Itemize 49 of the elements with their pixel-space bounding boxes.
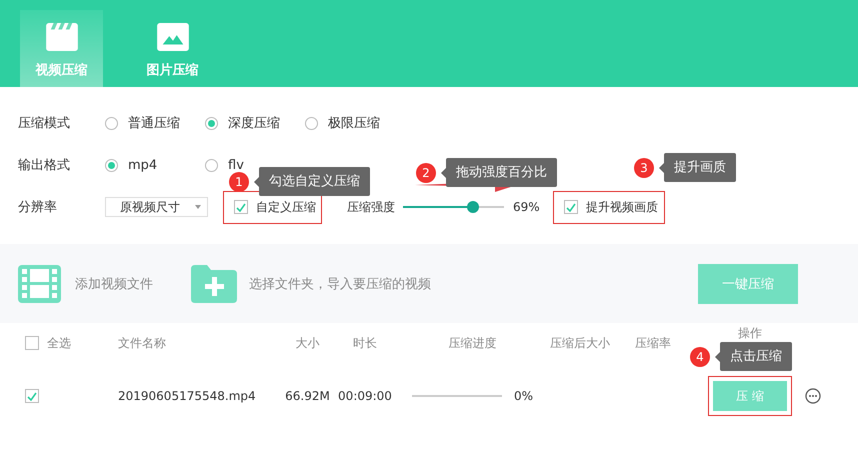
column-header: 文件名称 <box>118 334 166 352</box>
callout: 点击压缩 <box>715 342 792 371</box>
callout: 拖动强度百分比 <box>441 158 557 187</box>
resolution-dropdown[interactable]: 原视频尺寸 <box>105 197 208 217</box>
radio-button[interactable] <box>205 116 218 130</box>
radio-button[interactable] <box>205 158 218 172</box>
checkbox-label[interactable]: 自定义压缩 <box>256 198 316 216</box>
step-badge: 2 <box>416 162 436 182</box>
strength-reading: 69% <box>513 200 541 214</box>
column-header: 操作 <box>738 325 762 342</box>
setting-label: 压缩强度 <box>347 198 395 216</box>
callout: 勾选自定义压缩 <box>254 167 370 196</box>
table-cell: 66.92M <box>285 389 330 403</box>
setting-label: 分辨率 <box>18 199 58 216</box>
strength-slider[interactable] <box>403 201 504 213</box>
step-badge: 1 <box>229 172 249 192</box>
table-cell: 00:09:00 <box>338 389 392 403</box>
clapperboard-icon <box>44 23 78 51</box>
callout: 提升画质 <box>659 153 736 182</box>
radio-label[interactable]: 极限压缩 <box>328 114 380 132</box>
caret-icon <box>195 205 201 209</box>
checkbox[interactable] <box>234 200 248 214</box>
table-cell: 20190605175548.mp4 <box>118 389 256 403</box>
column-header: 大小 <box>296 334 320 352</box>
film-icon[interactable] <box>18 264 61 302</box>
radio-label[interactable]: 深度压缩 <box>228 114 280 132</box>
folder-plus-icon[interactable] <box>191 264 237 302</box>
radio-button[interactable] <box>305 116 318 130</box>
checkbox-label[interactable]: 提升视频画质 <box>586 198 658 216</box>
checkbox[interactable] <box>25 389 39 403</box>
checkbox[interactable] <box>25 336 39 350</box>
step-badge: 3 <box>634 158 654 178</box>
radio-label[interactable]: 普通压缩 <box>128 114 180 132</box>
select-all-label[interactable]: 全选 <box>47 334 71 352</box>
table-cell: 0% <box>514 389 534 403</box>
radio-label[interactable]: mp4 <box>128 158 158 172</box>
column-header: 压缩进度 <box>448 334 496 352</box>
radio-button[interactable] <box>105 116 118 130</box>
setting-label: 压缩模式 <box>18 115 71 132</box>
column-header: 压缩率 <box>635 334 671 352</box>
column-header: 压缩后大小 <box>550 334 610 352</box>
step-badge: 4 <box>690 346 710 366</box>
image-icon <box>156 23 190 51</box>
radio-button[interactable] <box>105 158 118 172</box>
checkbox[interactable] <box>564 200 578 214</box>
setting-label: 输出格式 <box>18 157 71 174</box>
column-header: 时长 <box>353 334 377 352</box>
radio-label[interactable]: flv <box>228 158 244 172</box>
more-icon[interactable] <box>805 388 821 404</box>
